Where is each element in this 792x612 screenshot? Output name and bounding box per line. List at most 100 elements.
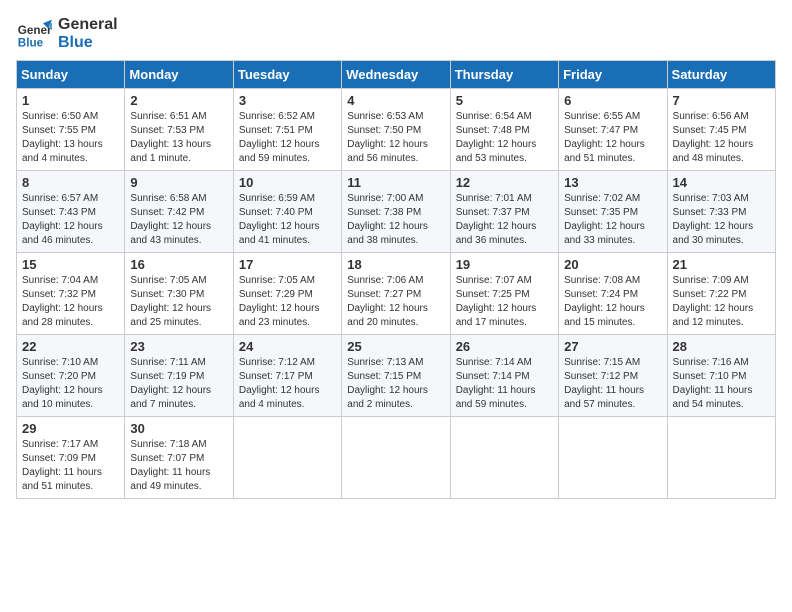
day-info: Sunrise: 6:54 AM Sunset: 7:48 PM Dayligh… bbox=[456, 110, 553, 166]
calendar-cell: 18 Sunrise: 7:06 AM Sunset: 7:27 PM Dayl… bbox=[342, 253, 450, 335]
daylight-label: Daylight: 11 hours and 59 minutes. bbox=[456, 385, 536, 410]
sunset-label: Sunset: 7:12 PM bbox=[564, 371, 638, 382]
sunset-label: Sunset: 7:55 PM bbox=[22, 125, 96, 136]
weekday-header-friday: Friday bbox=[559, 61, 667, 89]
calendar-cell: 17 Sunrise: 7:05 AM Sunset: 7:29 PM Dayl… bbox=[233, 253, 341, 335]
day-info: Sunrise: 7:07 AM Sunset: 7:25 PM Dayligh… bbox=[456, 274, 553, 330]
sunset-label: Sunset: 7:24 PM bbox=[564, 289, 638, 300]
day-info: Sunrise: 7:05 AM Sunset: 7:29 PM Dayligh… bbox=[239, 274, 336, 330]
calendar-cell: 11 Sunrise: 7:00 AM Sunset: 7:38 PM Dayl… bbox=[342, 171, 450, 253]
calendar-cell: 27 Sunrise: 7:15 AM Sunset: 7:12 PM Dayl… bbox=[559, 335, 667, 417]
day-info: Sunrise: 7:05 AM Sunset: 7:30 PM Dayligh… bbox=[130, 274, 227, 330]
sunset-label: Sunset: 7:17 PM bbox=[239, 371, 313, 382]
day-info: Sunrise: 7:00 AM Sunset: 7:38 PM Dayligh… bbox=[347, 192, 444, 248]
day-info: Sunrise: 7:16 AM Sunset: 7:10 PM Dayligh… bbox=[673, 356, 770, 412]
day-number: 1 bbox=[22, 93, 119, 108]
day-info: Sunrise: 7:10 AM Sunset: 7:20 PM Dayligh… bbox=[22, 356, 119, 412]
sunrise-label: Sunrise: 7:03 AM bbox=[673, 193, 749, 204]
daylight-label: Daylight: 12 hours and 36 minutes. bbox=[456, 221, 537, 246]
daylight-label: Daylight: 12 hours and 15 minutes. bbox=[564, 303, 645, 328]
day-info: Sunrise: 7:02 AM Sunset: 7:35 PM Dayligh… bbox=[564, 192, 661, 248]
sunrise-label: Sunrise: 7:12 AM bbox=[239, 357, 315, 368]
daylight-label: Daylight: 13 hours and 1 minute. bbox=[130, 139, 211, 164]
logo-icon: General Blue bbox=[16, 16, 52, 52]
calendar-cell: 16 Sunrise: 7:05 AM Sunset: 7:30 PM Dayl… bbox=[125, 253, 233, 335]
weekday-header-tuesday: Tuesday bbox=[233, 61, 341, 89]
sunset-label: Sunset: 7:42 PM bbox=[130, 207, 204, 218]
calendar-cell: 28 Sunrise: 7:16 AM Sunset: 7:10 PM Dayl… bbox=[667, 335, 775, 417]
daylight-label: Daylight: 11 hours and 51 minutes. bbox=[22, 467, 102, 492]
calendar-cell: 30 Sunrise: 7:18 AM Sunset: 7:07 PM Dayl… bbox=[125, 417, 233, 499]
day-info: Sunrise: 6:50 AM Sunset: 7:55 PM Dayligh… bbox=[22, 110, 119, 166]
calendar-week-row: 1 Sunrise: 6:50 AM Sunset: 7:55 PM Dayli… bbox=[17, 89, 776, 171]
day-info: Sunrise: 7:06 AM Sunset: 7:27 PM Dayligh… bbox=[347, 274, 444, 330]
sunrise-label: Sunrise: 7:13 AM bbox=[347, 357, 423, 368]
sunrise-label: Sunrise: 7:05 AM bbox=[239, 275, 315, 286]
daylight-label: Daylight: 12 hours and 33 minutes. bbox=[564, 221, 645, 246]
calendar-cell: 12 Sunrise: 7:01 AM Sunset: 7:37 PM Dayl… bbox=[450, 171, 558, 253]
day-info: Sunrise: 7:14 AM Sunset: 7:14 PM Dayligh… bbox=[456, 356, 553, 412]
calendar-cell: 26 Sunrise: 7:14 AM Sunset: 7:14 PM Dayl… bbox=[450, 335, 558, 417]
calendar-cell bbox=[342, 417, 450, 499]
sunset-label: Sunset: 7:09 PM bbox=[22, 453, 96, 464]
sunset-label: Sunset: 7:14 PM bbox=[456, 371, 530, 382]
sunrise-label: Sunrise: 7:01 AM bbox=[456, 193, 532, 204]
day-number: 15 bbox=[22, 257, 119, 272]
sunset-label: Sunset: 7:10 PM bbox=[673, 371, 747, 382]
sunset-label: Sunset: 7:35 PM bbox=[564, 207, 638, 218]
daylight-label: Daylight: 12 hours and 17 minutes. bbox=[456, 303, 537, 328]
sunset-label: Sunset: 7:22 PM bbox=[673, 289, 747, 300]
day-number: 20 bbox=[564, 257, 661, 272]
day-info: Sunrise: 6:56 AM Sunset: 7:45 PM Dayligh… bbox=[673, 110, 770, 166]
day-info: Sunrise: 6:58 AM Sunset: 7:42 PM Dayligh… bbox=[130, 192, 227, 248]
day-info: Sunrise: 6:59 AM Sunset: 7:40 PM Dayligh… bbox=[239, 192, 336, 248]
sunset-label: Sunset: 7:25 PM bbox=[456, 289, 530, 300]
sunset-label: Sunset: 7:33 PM bbox=[673, 207, 747, 218]
daylight-label: Daylight: 11 hours and 57 minutes. bbox=[564, 385, 644, 410]
day-number: 14 bbox=[673, 175, 770, 190]
day-number: 12 bbox=[456, 175, 553, 190]
sunrise-label: Sunrise: 7:09 AM bbox=[673, 275, 749, 286]
sunrise-label: Sunrise: 6:59 AM bbox=[239, 193, 315, 204]
day-info: Sunrise: 6:55 AM Sunset: 7:47 PM Dayligh… bbox=[564, 110, 661, 166]
day-info: Sunrise: 7:12 AM Sunset: 7:17 PM Dayligh… bbox=[239, 356, 336, 412]
sunset-label: Sunset: 7:50 PM bbox=[347, 125, 421, 136]
sunrise-label: Sunrise: 6:50 AM bbox=[22, 111, 98, 122]
calendar-cell bbox=[667, 417, 775, 499]
day-info: Sunrise: 6:57 AM Sunset: 7:43 PM Dayligh… bbox=[22, 192, 119, 248]
sunrise-label: Sunrise: 6:53 AM bbox=[347, 111, 423, 122]
sunrise-label: Sunrise: 6:56 AM bbox=[673, 111, 749, 122]
calendar-week-row: 15 Sunrise: 7:04 AM Sunset: 7:32 PM Dayl… bbox=[17, 253, 776, 335]
day-number: 21 bbox=[673, 257, 770, 272]
calendar-cell: 8 Sunrise: 6:57 AM Sunset: 7:43 PM Dayli… bbox=[17, 171, 125, 253]
calendar-cell: 25 Sunrise: 7:13 AM Sunset: 7:15 PM Dayl… bbox=[342, 335, 450, 417]
daylight-label: Daylight: 12 hours and 38 minutes. bbox=[347, 221, 428, 246]
daylight-label: Daylight: 12 hours and 41 minutes. bbox=[239, 221, 320, 246]
sunset-label: Sunset: 7:30 PM bbox=[130, 289, 204, 300]
day-number: 4 bbox=[347, 93, 444, 108]
sunrise-label: Sunrise: 7:05 AM bbox=[130, 275, 206, 286]
sunrise-label: Sunrise: 6:55 AM bbox=[564, 111, 640, 122]
day-info: Sunrise: 7:09 AM Sunset: 7:22 PM Dayligh… bbox=[673, 274, 770, 330]
daylight-label: Daylight: 12 hours and 12 minutes. bbox=[673, 303, 754, 328]
day-info: Sunrise: 7:01 AM Sunset: 7:37 PM Dayligh… bbox=[456, 192, 553, 248]
sunrise-label: Sunrise: 7:18 AM bbox=[130, 439, 206, 450]
day-number: 5 bbox=[456, 93, 553, 108]
sunrise-label: Sunrise: 7:04 AM bbox=[22, 275, 98, 286]
day-number: 29 bbox=[22, 421, 119, 436]
sunrise-label: Sunrise: 7:14 AM bbox=[456, 357, 532, 368]
day-info: Sunrise: 7:15 AM Sunset: 7:12 PM Dayligh… bbox=[564, 356, 661, 412]
calendar-cell: 13 Sunrise: 7:02 AM Sunset: 7:35 PM Dayl… bbox=[559, 171, 667, 253]
daylight-label: Daylight: 12 hours and 2 minutes. bbox=[347, 385, 428, 410]
day-number: 22 bbox=[22, 339, 119, 354]
calendar-table: SundayMondayTuesdayWednesdayThursdayFrid… bbox=[16, 60, 776, 499]
day-number: 25 bbox=[347, 339, 444, 354]
sunrise-label: Sunrise: 6:51 AM bbox=[130, 111, 206, 122]
sunrise-label: Sunrise: 7:11 AM bbox=[130, 357, 205, 368]
calendar-cell: 20 Sunrise: 7:08 AM Sunset: 7:24 PM Dayl… bbox=[559, 253, 667, 335]
logo-line1: General bbox=[58, 16, 118, 34]
day-number: 19 bbox=[456, 257, 553, 272]
sunrise-label: Sunrise: 7:16 AM bbox=[673, 357, 749, 368]
sunset-label: Sunset: 7:19 PM bbox=[130, 371, 204, 382]
weekday-header-sunday: Sunday bbox=[17, 61, 125, 89]
